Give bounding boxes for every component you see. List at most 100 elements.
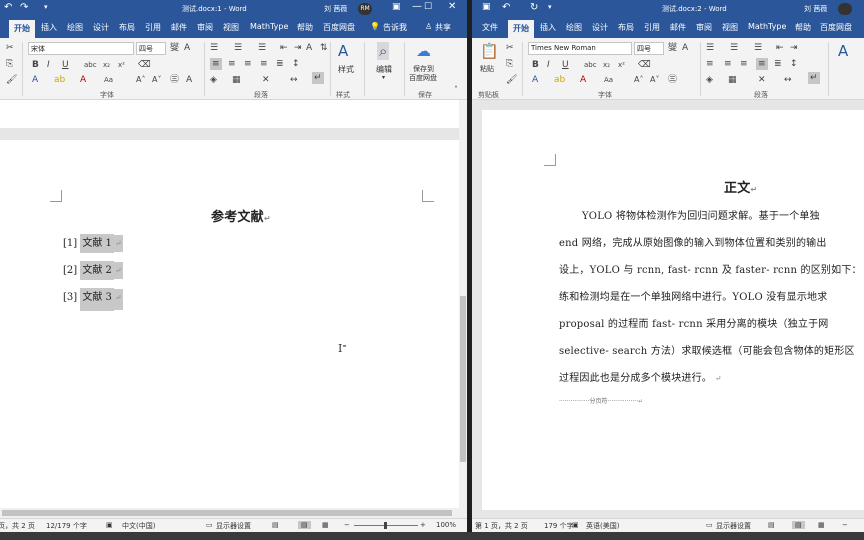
font-name-select[interactable]: Times New Roman [528,42,632,55]
tab-layout[interactable]: 布局 [119,22,135,33]
line-spacing-icon[interactable]: ↕ [790,58,798,70]
page-count[interactable]: 第 1 页，共 2 页 [475,521,528,531]
subscript-icon[interactable]: x₂ [103,59,110,71]
save-icon[interactable]: ▣ [482,2,491,12]
styles-icon[interactable]: A [838,42,848,60]
display-settings[interactable]: 显示器设置 [716,521,751,531]
align-right-icon[interactable]: ≡ [244,58,252,70]
zoom-slider-thumb[interactable] [384,522,387,529]
tab-draw[interactable]: 绘图 [566,22,582,33]
enclose-char-icon[interactable]: ㊂ [668,74,677,86]
text-effects-icon[interactable]: A [532,74,538,86]
bullets-icon[interactable]: ☰ [706,42,714,54]
strikethrough-icon[interactable]: abc [84,59,97,71]
print-layout-icon[interactable]: ▤ [792,521,805,529]
tell-me-input[interactable]: 告诉我 [383,22,407,33]
distribute-icon[interactable]: ≣ [774,58,782,70]
strikethrough-icon[interactable]: abc [584,59,597,71]
display-settings[interactable]: 显示器设置 [216,521,251,531]
word-count[interactable]: 179 个字 [544,521,574,531]
copy-icon[interactable]: ⎘ [6,58,13,70]
format-painter-icon[interactable]: 🖌 [6,74,17,86]
justify-icon[interactable]: ≡ [756,58,768,70]
numbering-icon[interactable]: ☰ [234,42,242,54]
char-border-icon[interactable]: A [184,42,190,54]
tab-review[interactable]: 审阅 [696,22,712,33]
underline-icon[interactable]: U [62,59,69,71]
language[interactable]: 英语(美国) [586,521,619,531]
line-spacing-icon[interactable]: ↕ [292,58,300,70]
grow-font-icon[interactable]: A˄ [634,74,643,86]
tab-help[interactable]: 帮助 [297,22,313,33]
tab-view[interactable]: 视图 [722,22,738,33]
zoom-out-icon[interactable]: − [344,521,350,529]
shrink-font-icon[interactable]: A˅ [152,74,161,86]
increase-indent-icon[interactable]: ⇥ [294,42,302,54]
font-size-select[interactable]: 四号 [136,42,166,55]
person-icon[interactable]: ♙ [425,22,432,31]
styles-button[interactable]: 样式 [338,64,354,75]
enclose-char-icon[interactable]: ㊂ [170,74,179,86]
document-area[interactable]: 正文↵ YOLO 将物体检测作为回归问题求解。基于一个单独 end 网络，完成从… [472,100,864,518]
vertical-scrollbar[interactable] [459,100,467,518]
superscript-icon[interactable]: x² [118,59,125,71]
bullets-icon[interactable]: ☰ [210,42,218,54]
phonetic-guide-icon[interactable]: 燮 [668,42,677,54]
close-icon[interactable]: ✕ [448,1,456,12]
horizontal-scrollbar[interactable] [0,508,459,518]
tab-baidu[interactable]: 百度网盘 [323,22,355,33]
avatar[interactable] [838,3,852,15]
superscript-icon[interactable]: x² [618,59,625,71]
grow-font-icon[interactable]: A˄ [136,74,145,86]
lightbulb-icon[interactable]: 💡 [370,22,380,31]
tab-insert[interactable]: 插入 [540,22,556,33]
zoom-out-icon[interactable]: − [842,521,848,529]
print-layout-icon[interactable]: ▤ [298,521,311,529]
redo-icon[interactable]: ↻ [530,2,538,13]
align-left-icon[interactable]: ≡ [706,58,714,70]
tab-review[interactable]: 审阅 [197,22,213,33]
tab-mailings[interactable]: 邮件 [670,22,686,33]
web-layout-icon[interactable]: ▦ [322,521,329,529]
tab-design[interactable]: 设计 [93,22,109,33]
bold-icon[interactable]: B [32,59,39,71]
borders-icon[interactable]: ▦ [232,74,241,86]
char-shading-icon[interactable]: A [186,74,192,86]
avatar[interactable]: RM [358,3,372,15]
font-color-icon[interactable]: A [580,74,586,86]
language[interactable]: 中文(中国) [122,521,155,531]
save-baidu-line2[interactable]: 百度网盘 [409,73,437,83]
asian-layout-icon[interactable]: ✕ [758,74,766,86]
zoom-in-icon[interactable]: + [420,521,426,529]
change-case-icon[interactable]: Aa [604,74,613,86]
shrink-font-icon[interactable]: A˅ [650,74,659,86]
tab-mailings[interactable]: 邮件 [171,22,187,33]
change-case-icon[interactable]: Aa [104,74,113,86]
cut-icon[interactable]: ✂ [6,42,14,54]
tab-baidu[interactable]: 百度网盘 [820,22,852,33]
tab-help[interactable]: 帮助 [795,22,811,33]
tab-design[interactable]: 设计 [592,22,608,33]
decrease-indent-icon[interactable]: ⇤ [280,42,288,54]
tab-layout[interactable]: 布局 [618,22,634,33]
page-count[interactable]: 页，共 2 页 [0,521,35,531]
italic-icon[interactable]: I [547,59,550,71]
editing-dropdown-icon[interactable]: ▾ [382,74,385,81]
align-left-icon[interactable]: ≡ [210,58,222,70]
show-marks-icon[interactable]: ↵ [808,72,820,84]
highlight-icon[interactable]: ab [554,74,565,86]
chinese-layout-icon[interactable]: A [306,42,312,54]
font-color-icon[interactable]: A [80,74,86,86]
undo-icon[interactable]: ↶ [4,2,12,13]
baidu-cloud-icon[interactable]: ☁ [416,42,431,60]
decrease-indent-icon[interactable]: ⇤ [776,42,784,54]
tab-insert[interactable]: 插入 [41,22,57,33]
paste-button[interactable]: 粘贴 [480,64,494,74]
tab-draw[interactable]: 绘图 [67,22,83,33]
tab-references[interactable]: 引用 [644,22,660,33]
format-painter-icon[interactable]: 🖌 [506,74,517,86]
text-effects-icon[interactable]: A [32,74,38,86]
focus-mode-icon[interactable]: ▤ [272,521,279,529]
display-icon[interactable]: ▭ [706,521,713,529]
page[interactable]: 正文↵ YOLO 将物体检测作为回归问题求解。基于一个单独 end 网络，完成从… [482,110,864,510]
